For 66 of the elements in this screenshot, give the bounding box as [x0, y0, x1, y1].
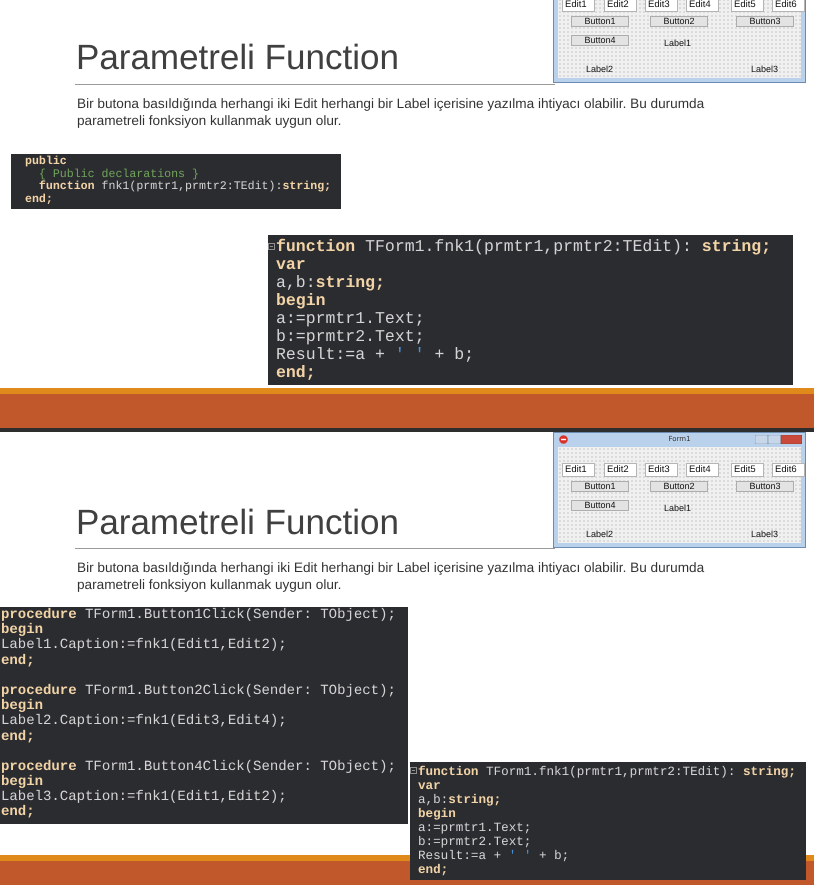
code-line: { Public declarations } — [38, 168, 199, 180]
code-line: Result:=a + ' ' + b; — [418, 849, 570, 863]
fold-icon[interactable] — [410, 767, 417, 774]
code-line: function fnk1(prmtr1,prmtr2:TEdit):string; — [38, 181, 332, 194]
edit-field[interactable]: Edit6 — [772, 463, 805, 477]
slide-text: Bir butona basıldığında herhangi iki Edit herhangi bir Label içerisine yazılma ihtiyacı olabilir. Bu durumda parametreli fonksiyon kullanmak uygun olur. — [77, 95, 706, 129]
edit-field[interactable]: Edit1 — [562, 463, 595, 477]
slide-title: Parametreli Function — [76, 503, 399, 543]
code-line: procedure TForm1.Button1Click(Sender: TObject); — [1, 608, 396, 623]
slide-text: Bir butona basıldığında herhangi iki Edit herhangi bir Label içerisine yazılma ihtiyacı olabilir. Bu durumda parametreli fonksiyon kullanmak uygun olur. — [77, 559, 706, 593]
edit-field[interactable]: Edit6 — [772, 0, 805, 12]
code-line: begin — [276, 292, 326, 310]
form-button[interactable]: Button4 — [571, 500, 629, 511]
slide-title: Parametreli Function — [76, 38, 399, 78]
code-line: begin — [1, 623, 44, 638]
code-line: a,b:string; — [276, 274, 385, 292]
edit-field[interactable]: Edit3 — [645, 463, 678, 477]
code-line: Label3.Caption:=fnk1(Edit1,Edit2); — [1, 790, 287, 806]
form-label: Label3 — [751, 64, 778, 74]
code-line: end; — [1, 805, 35, 821]
code-line: a,b:string; — [418, 793, 502, 807]
code-line: end; — [25, 194, 53, 206]
form-button[interactable]: Button3 — [736, 481, 794, 492]
window-controls-icon[interactable] — [755, 435, 802, 444]
form-button[interactable]: Button2 — [650, 16, 708, 27]
code-line: var — [276, 256, 306, 274]
code-line: b:=prmtr2.Text; — [418, 835, 532, 849]
code-line: begin — [1, 775, 44, 790]
code-line: a:=prmtr1.Text; — [418, 821, 532, 835]
form-label: Label2 — [586, 529, 614, 539]
code-line: end; — [418, 863, 448, 877]
code-line: procedure TForm1.Button4Click(Sender: TObject); — [1, 760, 396, 775]
edit-field[interactable]: Edit4 — [686, 463, 719, 477]
edit-field[interactable]: Edit2 — [604, 0, 637, 12]
form-button[interactable]: Button3 — [736, 16, 794, 27]
fold-icon[interactable] — [268, 243, 275, 250]
code-line: Result:=a + ' ' + b; — [276, 346, 474, 364]
code-line: Label1.Caption:=fnk1(Edit1,Edit2); — [1, 638, 287, 654]
edit-field[interactable]: Edit3 — [645, 0, 678, 12]
form-label: Label3 — [751, 529, 778, 539]
code-line: b:=prmtr2.Text; — [276, 328, 425, 346]
code-line: procedure TForm1.Button2Click(Sender: TObject); — [1, 684, 396, 699]
code-line: end; — [1, 730, 35, 745]
edit-field[interactable]: Edit4 — [686, 0, 719, 12]
edit-field[interactable]: Edit2 — [604, 463, 637, 477]
form-label: Label1 — [664, 503, 692, 513]
code-line: Label2.Caption:=fnk1(Edit3,Edit4); — [1, 714, 287, 730]
code-line: a:=prmtr1.Text; — [276, 310, 425, 328]
edit-field[interactable]: Edit5 — [731, 463, 764, 477]
code-line: begin — [1, 699, 44, 714]
code-line: function TForm1.fnk1(prmtr1,prmtr2:TEdit): string; — [418, 765, 796, 779]
code-line: begin — [418, 807, 456, 821]
form-button[interactable]: Button1 — [571, 481, 629, 492]
form-label: Label1 — [664, 38, 692, 48]
edit-field[interactable]: Edit1 — [562, 0, 595, 12]
code-line: public — [25, 156, 67, 168]
app-icon — [559, 435, 568, 444]
code-line: end; — [1, 654, 35, 669]
form-button[interactable]: Button4 — [571, 35, 629, 46]
form-button[interactable]: Button2 — [650, 481, 708, 492]
code-line: function TForm1.fnk1(prmtr1,prmtr2:TEdit): string; — [276, 238, 772, 256]
form-button[interactable]: Button1 — [571, 16, 629, 27]
code-line: end; — [276, 364, 316, 382]
code-line: var — [418, 779, 441, 793]
edit-field[interactable]: Edit5 — [731, 0, 764, 12]
form-label: Label2 — [586, 64, 614, 74]
